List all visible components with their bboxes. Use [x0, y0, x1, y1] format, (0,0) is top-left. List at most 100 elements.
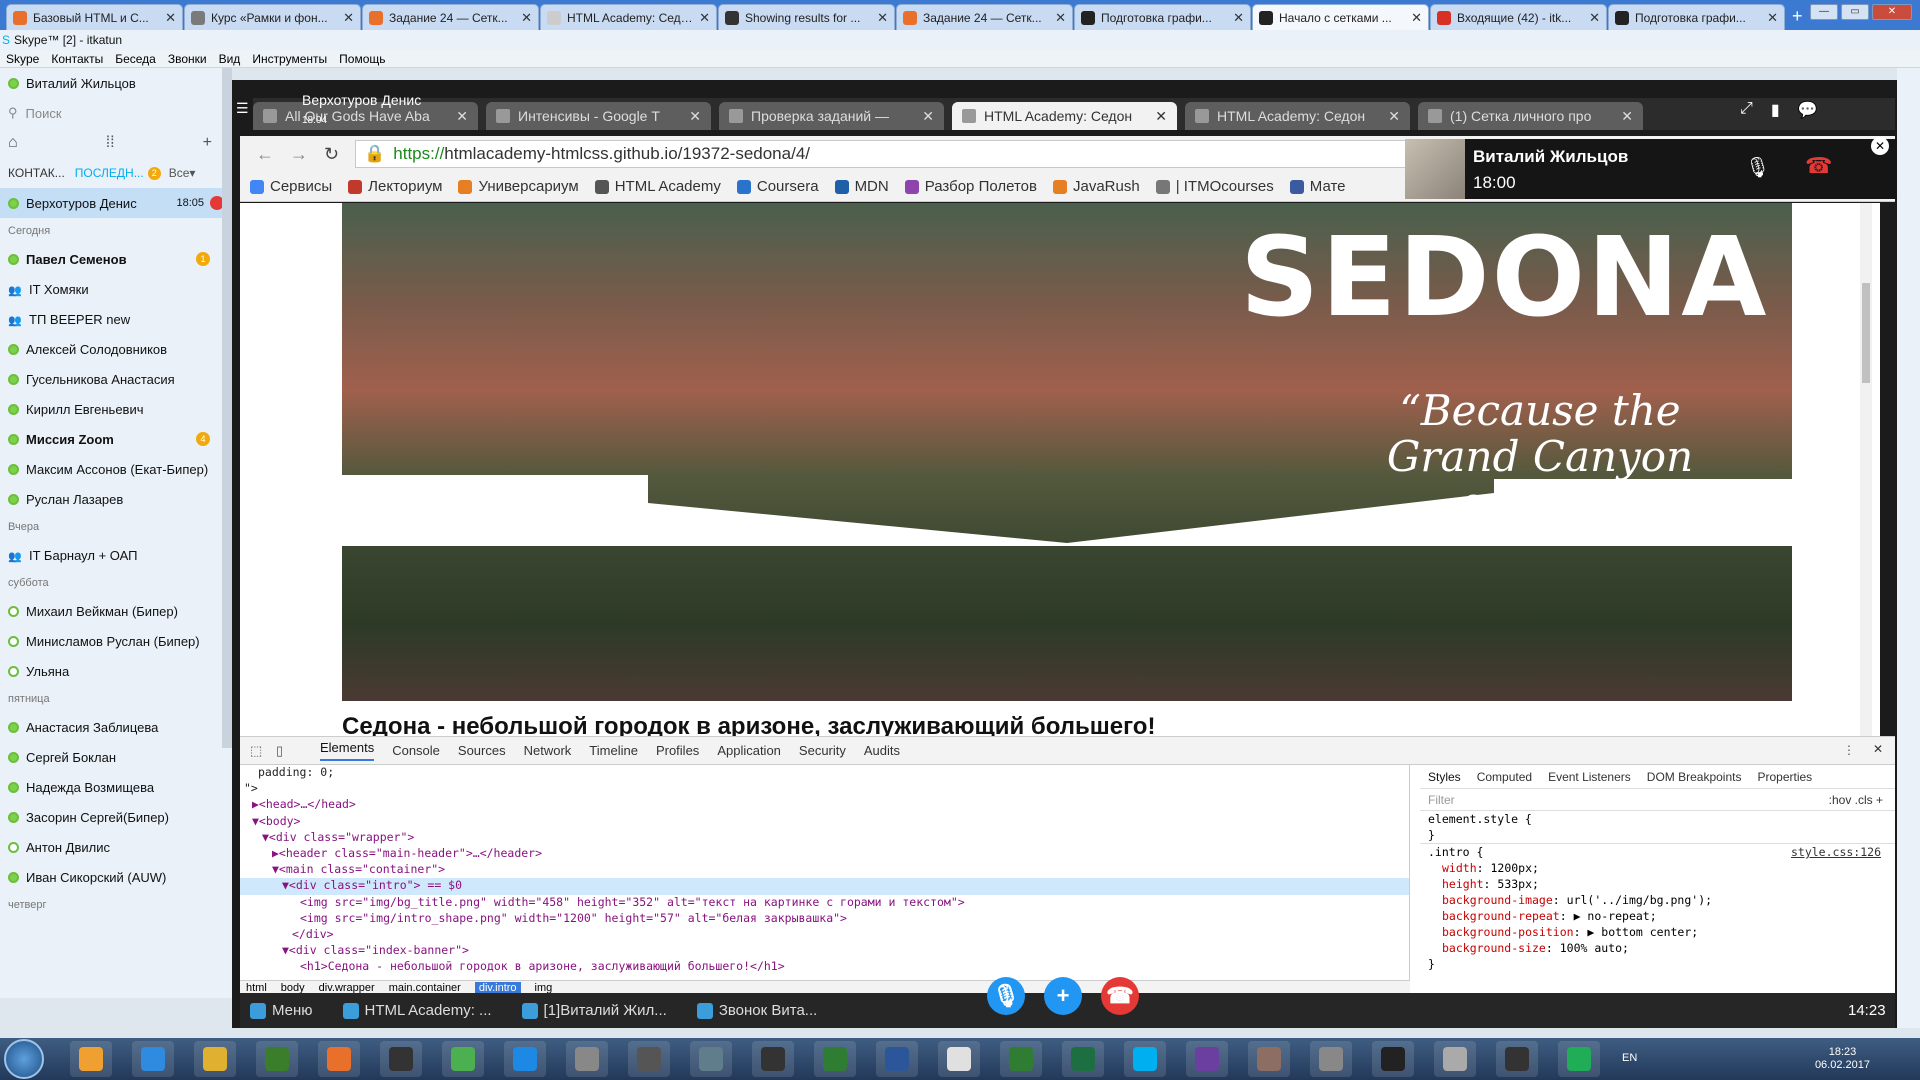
contact-item[interactable]: Анастасия Заблицева [0, 712, 232, 742]
active-contact[interactable]: Верхотуров Денис 18:05 [0, 188, 232, 218]
contact-item[interactable]: 👥 IT Хомяки [0, 274, 232, 304]
taskbar-app-icon[interactable] [876, 1041, 918, 1077]
devtools-tab[interactable]: Security [799, 743, 846, 758]
close-tab-icon[interactable]: ✕ [521, 10, 532, 26]
taskbar-app-icon[interactable] [566, 1041, 608, 1077]
maximize-button[interactable]: ▭ [1841, 4, 1869, 20]
tab-contacts[interactable]: КОНТАК... [8, 166, 65, 180]
css-property[interactable]: background-repeat: ▶ no-repeat; [1428, 908, 1895, 924]
back-icon[interactable]: ← [256, 144, 274, 165]
taskbar-app-icon[interactable] [938, 1041, 980, 1077]
browser-tab[interactable]: Проверка заданий — ✕ [719, 102, 944, 130]
reload-icon[interactable]: ↻ [324, 144, 339, 165]
bookmark-item[interactable]: JavaRush [1052, 178, 1140, 195]
contact-item[interactable]: 👥 IT Барнаул + ОАП [0, 540, 232, 570]
styles-tab[interactable]: Properties [1757, 770, 1812, 784]
inspect-icon[interactable]: ⬚ [250, 743, 262, 759]
menu-item[interactable]: Звонки [168, 52, 207, 66]
devtools-tab[interactable]: Application [717, 743, 781, 758]
hangup-icon[interactable]: ☎ [1805, 153, 1832, 179]
taskbar-app-icon[interactable] [1186, 1041, 1228, 1077]
taskbar-app-icon[interactable] [1496, 1041, 1538, 1077]
host-tab[interactable]: Задание 24 — Сетк... ✕ [362, 4, 539, 30]
expand-icon[interactable]: ⤢ [1740, 100, 1753, 120]
tab-recent[interactable]: ПОСЛЕДН... [75, 166, 144, 180]
dom-line[interactable]: padding: 0; [240, 765, 1409, 781]
dom-line[interactable]: ▼<div class="index-banner"> [240, 943, 1409, 959]
browser-tab[interactable]: HTML Academy: Седон ✕ [1185, 102, 1410, 130]
page-scrollbar-thumb[interactable] [1862, 283, 1870, 383]
browser-tab[interactable]: Интенсивы - Google Т ✕ [486, 102, 711, 130]
breadcrumb-item[interactable]: main.container [389, 982, 461, 994]
minimize-button[interactable]: — [1810, 4, 1838, 20]
contact-item[interactable]: Руслан Лазарев [0, 484, 232, 514]
close-tab-icon[interactable]: ✕ [1388, 108, 1400, 125]
close-tab-icon[interactable]: ✕ [877, 10, 888, 26]
host-tab[interactable]: Задание 24 — Сетк... ✕ [896, 4, 1073, 30]
taskbar-app-icon[interactable] [1558, 1041, 1600, 1077]
dom-line[interactable]: "> [240, 781, 1409, 797]
start-button[interactable] [4, 1039, 44, 1079]
devtools-tab[interactable]: Profiles [656, 743, 699, 758]
close-tab-icon[interactable]: ✕ [1411, 10, 1422, 26]
microphone-icon[interactable]: 🎙 [1745, 155, 1770, 180]
bookmark-item[interactable]: | ITMOcourses [1155, 178, 1274, 195]
new-tab-button[interactable]: + [1792, 6, 1803, 27]
css-property[interactable]: height: 533px; [1428, 876, 1895, 892]
dom-line[interactable]: ▼<body> [240, 814, 1409, 830]
host-tab[interactable]: HTML Academy: Седона ✕ [540, 4, 717, 30]
contact-item[interactable]: Сергей Боклан [0, 742, 232, 772]
filter-all-dropdown[interactable]: Все [169, 166, 190, 180]
contact-item[interactable]: 👥 ТП BEEPER new [0, 304, 232, 334]
host-tab[interactable]: Подготовка графи... ✕ [1074, 4, 1251, 30]
dom-line[interactable]: <h1>Седона - небольшой городок в аризоне… [240, 959, 1409, 975]
contact-item[interactable]: Антон Двилис [0, 832, 232, 862]
host-tab[interactable]: Курс «Рамки и фон... ✕ [184, 4, 361, 30]
taskbar-app-icon[interactable] [256, 1041, 298, 1077]
styles-tab[interactable]: Styles [1428, 770, 1461, 784]
devtools-tab[interactable]: Network [524, 743, 572, 758]
close-tab-icon[interactable]: ✕ [1055, 10, 1066, 26]
taskbar-app-icon[interactable] [504, 1041, 546, 1077]
bookmark-item[interactable]: Разбор Полетов [904, 178, 1037, 195]
microphone-button[interactable]: 🎙 [987, 977, 1025, 1015]
taskbar-app-icon[interactable] [318, 1041, 360, 1077]
menu-item[interactable]: Инструменты [252, 52, 327, 66]
contact-item[interactable]: Засорин Сергей(Бипер) [0, 802, 232, 832]
taskbar-app-icon[interactable] [1124, 1041, 1166, 1077]
styles-filter[interactable]: Filter :hov .cls + [1420, 789, 1895, 811]
device-icon[interactable]: ▯ [276, 743, 283, 759]
hangup-button[interactable]: ☎ [1101, 977, 1139, 1015]
browser-tab[interactable]: HTML Academy: Седон ✕ [952, 102, 1177, 130]
contact-item[interactable]: Кирилл Евгеньевич [0, 394, 232, 424]
taskbar-app-icon[interactable] [1310, 1041, 1352, 1077]
contact-item[interactable]: Гусельникова Анастасия [0, 364, 232, 394]
dom-line[interactable]: ▼<main class="container"> [240, 862, 1409, 878]
taskbar-app-icon[interactable] [1434, 1041, 1476, 1077]
call-taskbar-item[interactable]: [1]Виталий Жил... [521, 1002, 667, 1019]
close-tab-icon[interactable]: ✕ [1233, 10, 1244, 26]
menu-item[interactable]: Беседа [115, 52, 156, 66]
menu-item[interactable]: Контакты [51, 52, 103, 66]
css-property[interactable]: background-size: 100% auto; [1428, 940, 1895, 956]
close-icon[interactable]: ✕ [1871, 137, 1889, 155]
dialpad-icon[interactable]: ⁞⁞ [106, 134, 115, 152]
contact-item[interactable]: Алексей Солодовников [0, 334, 232, 364]
current-user[interactable]: Виталий Жильцов [0, 68, 232, 98]
breadcrumb-item[interactable]: div.wrapper [319, 982, 375, 994]
call-taskbar-item[interactable]: Звонок Вита... [696, 1002, 817, 1019]
tray-clock[interactable]: 18:23 06.02.2017 [1815, 1046, 1870, 1072]
close-devtools-icon[interactable]: ✕ [1873, 742, 1883, 756]
contact-item[interactable]: Минисламов Руслан (Бипер) [0, 626, 232, 656]
taskbar-app-icon[interactable] [1062, 1041, 1104, 1077]
css-property[interactable]: width: 1200px; [1428, 860, 1895, 876]
browser-tab[interactable]: (1) Сетка личного про ✕ [1418, 102, 1643, 130]
close-button[interactable]: ✕ [1872, 4, 1912, 20]
contact-item[interactable]: Ульяна [0, 656, 232, 686]
bookmark-item[interactable]: Лекториум [348, 178, 442, 195]
call-taskbar-item[interactable]: HTML Academy: ... [342, 1002, 492, 1019]
call-taskbar-item[interactable]: Меню [250, 1002, 313, 1019]
contact-item[interactable]: Михаил Вейкман (Бипер) [0, 596, 232, 626]
dom-line[interactable]: <img src="img/intro_shape.png" width="12… [240, 911, 1409, 927]
taskbar-app-icon[interactable] [1000, 1041, 1042, 1077]
